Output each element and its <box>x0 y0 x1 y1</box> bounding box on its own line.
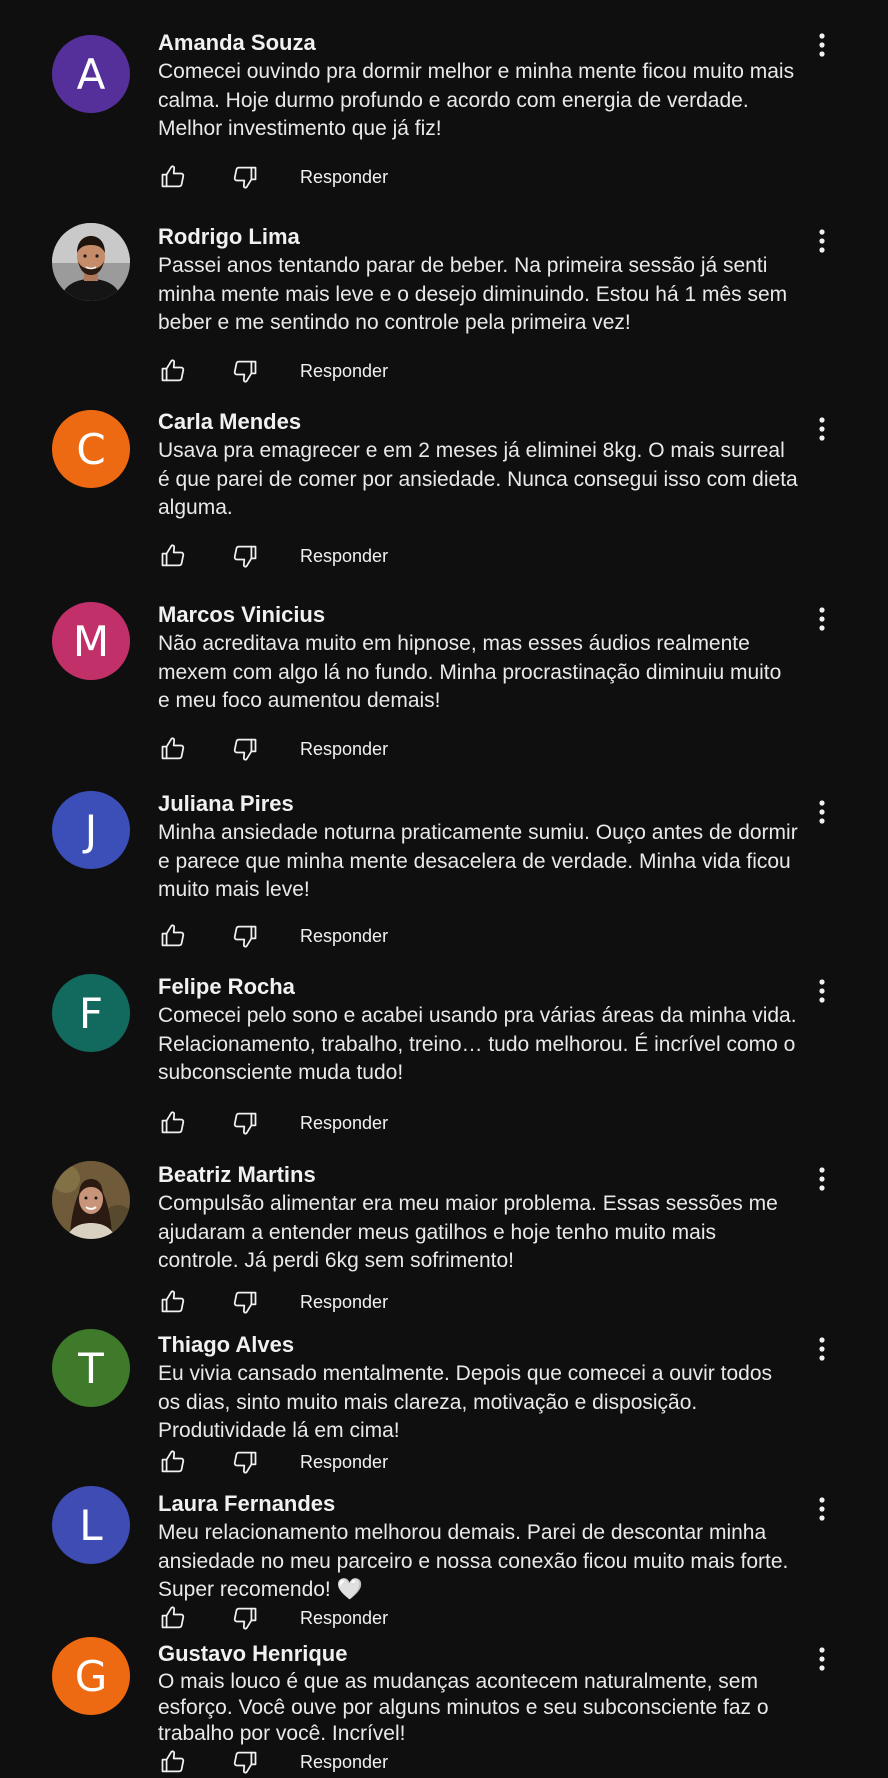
avatar-letter: T <box>78 1343 104 1393</box>
avatar-letter: J <box>84 805 98 855</box>
comment-text: Minha ansiedade noturna praticamente sum… <box>158 821 798 901</box>
comment-author[interactable]: Beatriz Martins <box>158 1162 798 1188</box>
avatar[interactable]: M <box>52 602 130 680</box>
reply-button[interactable]: Responder <box>300 361 388 382</box>
dislike-icon[interactable] <box>230 162 260 192</box>
comment-text: O mais louco é que as mudanças acontecem… <box>158 1670 769 1745</box>
more-options-icon[interactable] <box>810 1644 834 1674</box>
dislike-icon[interactable] <box>230 1447 260 1477</box>
avatar-letter: A <box>76 49 106 99</box>
comment-author[interactable]: Carla Mendes <box>158 409 798 435</box>
comment-text: Passei anos tentando parar de beber. Na … <box>158 254 788 334</box>
user-photo-icon <box>52 223 130 301</box>
like-icon[interactable] <box>158 1287 188 1317</box>
comment-author[interactable]: Rodrigo Lima <box>158 224 798 250</box>
reply-button[interactable]: Responder <box>300 1292 388 1313</box>
dislike-icon[interactable] <box>230 1747 260 1777</box>
more-options-icon[interactable] <box>810 1164 834 1194</box>
avatar-letter: C <box>76 424 106 474</box>
more-options-icon[interactable] <box>810 1494 834 1524</box>
avatar[interactable]: J <box>52 791 130 869</box>
like-icon[interactable] <box>158 1447 188 1477</box>
avatar[interactable]: G <box>52 1637 130 1715</box>
comment-author[interactable]: Juliana Pires <box>158 791 798 817</box>
like-icon[interactable] <box>158 162 188 192</box>
reply-button[interactable]: Responder <box>300 926 388 947</box>
avatar-letter: F <box>78 988 104 1038</box>
more-options-icon[interactable] <box>810 226 834 256</box>
comment-text: Comecei pelo sono e acabei usando pra vá… <box>158 1004 797 1084</box>
dislike-icon[interactable] <box>230 734 260 764</box>
reply-button[interactable]: Responder <box>300 1608 388 1629</box>
avatar[interactable] <box>52 223 130 301</box>
avatar[interactable]: A <box>52 35 130 113</box>
avatar-letter: M <box>72 616 110 666</box>
like-icon[interactable] <box>158 356 188 386</box>
dislike-icon[interactable] <box>230 1287 260 1317</box>
comment-author[interactable]: Gustavo Henrique <box>158 1641 798 1667</box>
avatar[interactable]: F <box>52 974 130 1052</box>
reply-button[interactable]: Responder <box>300 1452 388 1473</box>
reply-button[interactable]: Responder <box>300 167 388 188</box>
more-options-icon[interactable] <box>810 414 834 444</box>
like-icon[interactable] <box>158 1747 188 1777</box>
comment-author[interactable]: Felipe Rocha <box>158 974 798 1000</box>
avatar-letter: L <box>79 1500 103 1550</box>
reply-button[interactable]: Responder <box>300 1752 388 1773</box>
comment-text: Eu vivia cansado mentalmente. Depois que… <box>158 1362 773 1442</box>
comment-text: Compulsão alimentar era meu maior proble… <box>158 1192 778 1272</box>
reply-button[interactable]: Responder <box>300 739 388 760</box>
avatar[interactable]: T <box>52 1329 130 1407</box>
avatar[interactable] <box>52 1161 130 1239</box>
avatar[interactable]: C <box>52 410 130 488</box>
dislike-icon[interactable] <box>230 1108 260 1138</box>
more-options-icon[interactable] <box>810 30 834 60</box>
comment-text: Não acreditava muito em hipnose, mas ess… <box>158 632 782 712</box>
like-icon[interactable] <box>158 1603 188 1633</box>
comment-author[interactable]: Amanda Souza <box>158 30 798 56</box>
comment-author[interactable]: Thiago Alves <box>158 1332 798 1358</box>
like-icon[interactable] <box>158 921 188 951</box>
avatar[interactable]: L <box>52 1486 130 1564</box>
more-options-icon[interactable] <box>810 797 834 827</box>
dislike-icon[interactable] <box>230 356 260 386</box>
reply-button[interactable]: Responder <box>300 1113 388 1134</box>
reply-button[interactable]: Responder <box>300 546 388 567</box>
more-options-icon[interactable] <box>810 604 834 634</box>
more-options-icon[interactable] <box>810 976 834 1006</box>
user-photo-icon <box>52 1161 130 1239</box>
comment-author[interactable]: Marcos Vinicius <box>158 602 798 628</box>
like-icon[interactable] <box>158 1108 188 1138</box>
avatar-letter: G <box>74 1651 108 1701</box>
dislike-icon[interactable] <box>230 541 260 571</box>
comment-text: Usava pra emagrecer e em 2 meses já elim… <box>158 439 798 519</box>
comment-text: Comecei ouvindo pra dormir melhor e minh… <box>158 60 795 140</box>
comment-author[interactable]: Laura Fernandes <box>158 1491 798 1517</box>
like-icon[interactable] <box>158 541 188 571</box>
dislike-icon[interactable] <box>230 1603 260 1633</box>
more-options-icon[interactable] <box>810 1334 834 1364</box>
dislike-icon[interactable] <box>230 921 260 951</box>
like-icon[interactable] <box>158 734 188 764</box>
comment-text: Meu relacionamento melhorou demais. Pare… <box>158 1521 789 1601</box>
